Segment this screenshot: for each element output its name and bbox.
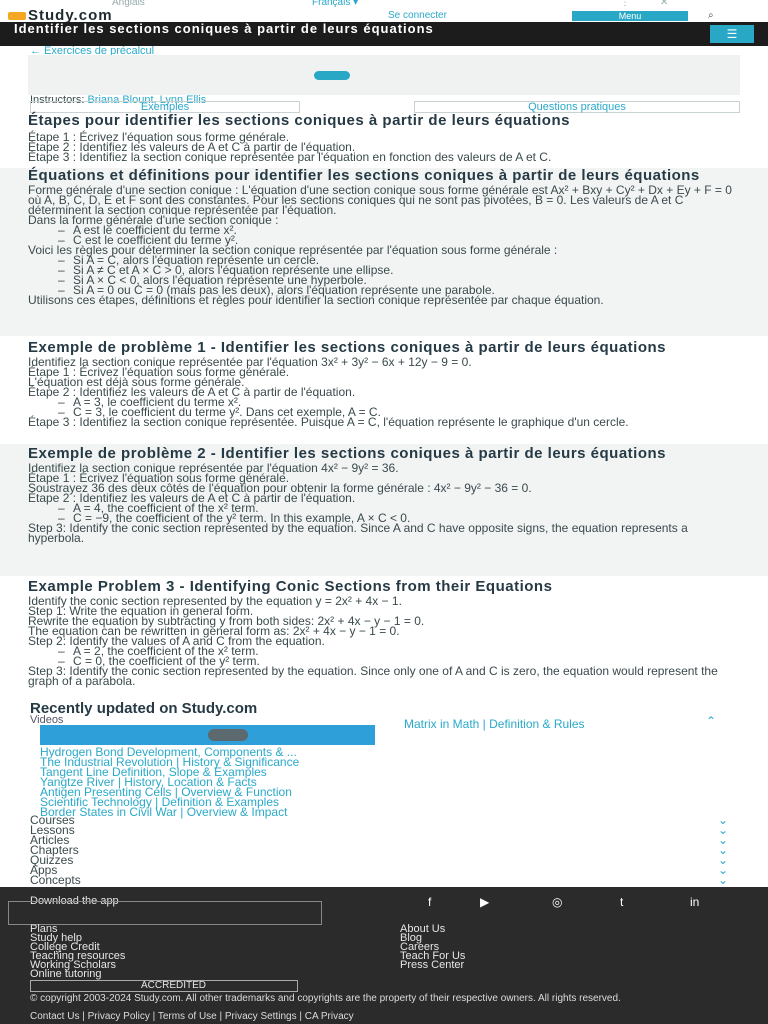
list-item: C est le coefficient du terme y². [28, 234, 740, 246]
play-icon[interactable] [208, 729, 248, 741]
chevron-down-icon: ⌄ [717, 873, 728, 887]
facebook-icon[interactable]: f [428, 895, 431, 909]
loading-indicator [314, 71, 350, 80]
kebab-icon[interactable]: ⋮ [620, 0, 630, 8]
accordion-label: Concepts [30, 873, 81, 887]
chevron-up-icon[interactable]: ⌃ [706, 714, 716, 728]
section-heading: Exemple de problème 1 - Identifier les s… [28, 339, 667, 356]
section-heading: Exemple de problème 2 - Identifier les s… [28, 445, 667, 462]
list-item: C = −9, the coefficient of the y² term. … [28, 512, 740, 524]
copyright-text: © copyright 2003-2024 Study.com. All oth… [30, 993, 621, 1004]
lang-english-link[interactable]: Anglais [112, 0, 145, 8]
footer-column-2: About Us Blog Careers Teach For Us Press… [400, 924, 465, 971]
list-item: C = 0, the coefficient of the y² term. [28, 655, 740, 667]
section-heading: Example Problem 3 - Identifying Conic Se… [28, 578, 553, 595]
accreditation-badge: ACCREDITED [30, 980, 298, 992]
list-item: Si A = 0 ou C = 0 (mais pas les deux), a… [28, 284, 740, 296]
section-steps: Étapes pour identifier les sections coni… [28, 112, 740, 164]
video-title-link[interactable]: Matrix in Math | Definition & Rules [404, 718, 704, 730]
language-bar: Anglais Français ▾ ⋮ ✕ [0, 0, 768, 9]
legal-links[interactable]: Contact Us | Privacy Policy | Terms of U… [30, 1012, 730, 1022]
instagram-icon[interactable]: ◎ [552, 895, 562, 909]
section-example-3: Example Problem 3 - Identifying Conic Se… [28, 578, 740, 688]
accordion-concepts[interactable]: Concepts ⌄ [30, 873, 728, 887]
section-example-2: Exemple de problème 2 - Identifier les s… [28, 445, 740, 545]
accordion-chapters[interactable]: Chapters ⌄ [30, 844, 728, 856]
table-of-contents-icon[interactable]: ☰ [710, 25, 754, 43]
accordion-articles[interactable]: Articles ⌄ [30, 834, 728, 846]
accordion-lessons[interactable]: Lessons ⌄ [30, 824, 728, 836]
app-store-buttons[interactable] [8, 901, 322, 925]
paragraph: Step 3: Identify the conic section repre… [28, 521, 688, 545]
logo-icon [8, 12, 26, 20]
badge-label: ACCREDITED [141, 980, 207, 991]
step-line: Étape 3 : Identifiez la section conique … [28, 150, 552, 164]
list-item: C = 3, le coefficient du terme y². Dans … [28, 406, 740, 418]
page-title: Identifier les sections coniques à parti… [14, 21, 434, 36]
recently-updated-heading: Recently updated on Study.com [30, 700, 258, 717]
section-heading: Étapes pour identifier les sections coni… [28, 112, 570, 129]
accordion-courses[interactable]: Courses ⌄ [30, 814, 728, 826]
twitter-icon[interactable]: t [620, 895, 623, 909]
section-example-1: Exemple de problème 1 - Identifier les s… [28, 339, 740, 428]
section-definitions: Équations et définitions pour identifier… [28, 167, 740, 306]
site-footer: Download the app f ▶ ◎ t in Plans Study … [0, 887, 768, 1024]
youtube-icon[interactable]: ▶ [480, 895, 489, 909]
video-player[interactable] [28, 55, 740, 95]
accordion-quizzes[interactable]: Quizzes ⌄ [30, 854, 728, 866]
section-heading: Équations et définitions pour identifier… [28, 167, 700, 184]
paragraph: Step 3: Identify the conic section repre… [28, 664, 718, 688]
footer-link[interactable]: Online tutoring [30, 969, 125, 980]
paragraph: Forme générale d'une section conique : L… [28, 183, 732, 217]
linkedin-icon[interactable]: in [690, 895, 699, 909]
lesson-title-bar: Identifier les sections coniques à parti… [0, 22, 768, 46]
search-icon[interactable]: ⌕ [708, 10, 714, 21]
video-thumbnail[interactable] [40, 725, 375, 745]
lang-french-select[interactable]: Français ▾ [312, 0, 358, 8]
footer-column-1: Plans Study help College Credit Teaching… [30, 924, 125, 980]
menu-button[interactable]: Menu [572, 11, 688, 21]
close-icon[interactable]: ✕ [660, 0, 668, 8]
accordion-apps[interactable]: Apps ⌄ [30, 864, 728, 876]
footer-link[interactable]: Press Center [400, 960, 465, 971]
login-link[interactable]: Se connecter [388, 11, 447, 21]
